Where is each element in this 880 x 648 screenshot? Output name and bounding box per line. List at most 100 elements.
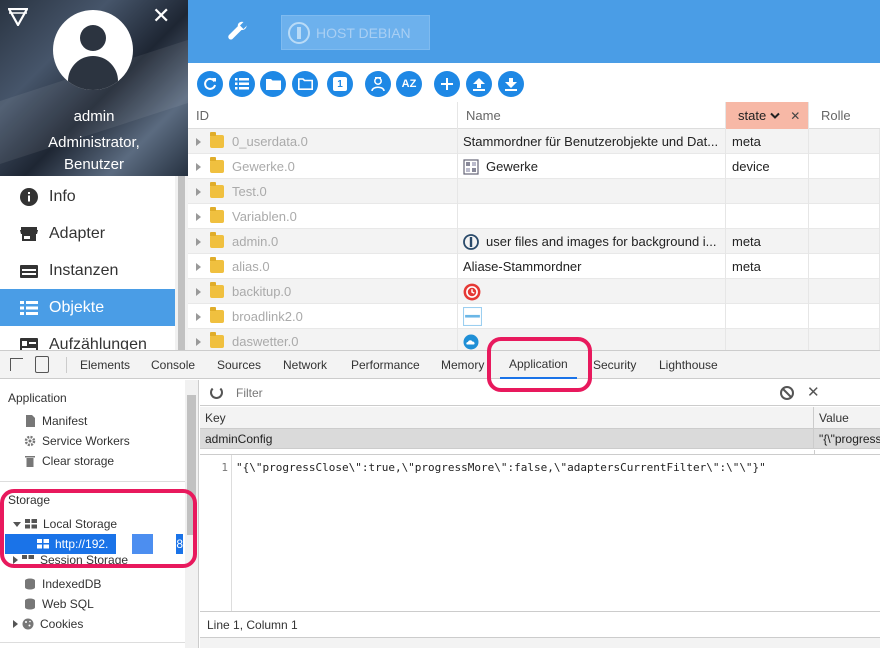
application-sidebar-scrollbar[interactable]	[185, 380, 198, 648]
devtools-tab-bar: Elements Console Sources Network Perform…	[0, 351, 880, 379]
counter-button[interactable]: 1	[327, 71, 353, 97]
column-name[interactable]: Name	[458, 102, 726, 129]
column-rolle[interactable]: Rolle	[809, 102, 880, 129]
tree-web-sql[interactable]: Web SQL	[24, 594, 94, 614]
folder-button[interactable]	[260, 71, 286, 97]
tree-clear-storage[interactable]: Clear storage	[24, 451, 114, 471]
refresh-button[interactable]	[197, 71, 223, 97]
table-row[interactable]: adminConfig "{\"progress	[200, 429, 880, 449]
iobroker-logo-icon[interactable]	[8, 8, 28, 26]
tab-lighthouse[interactable]: Lighthouse	[659, 351, 718, 379]
tab-application[interactable]: Application	[500, 351, 577, 379]
upload-button[interactable]	[466, 71, 492, 97]
sidebar-item-objekte[interactable]: Objekte	[0, 289, 175, 326]
tree-indexeddb[interactable]: IndexedDB	[24, 574, 101, 594]
sidebar-item-info[interactable]: Info	[0, 178, 175, 215]
expand-right-icon[interactable]	[13, 556, 18, 564]
sidebar-item-instanzen[interactable]: Instanzen	[0, 252, 175, 289]
row-id: daswetter.0	[232, 334, 299, 349]
info-icon	[20, 187, 38, 206]
expert-mode-button[interactable]	[365, 71, 391, 97]
table-row[interactable]: daswetter.0	[188, 329, 880, 350]
close-sidebar-icon[interactable]: ✕	[152, 5, 170, 27]
delete-selected-icon[interactable]: ✕	[807, 383, 820, 401]
table-row[interactable]: Test.0	[188, 179, 880, 204]
store-icon	[20, 226, 38, 241]
tree-session-storage[interactable]: Session Storage	[13, 554, 128, 566]
table-row[interactable]: alias.0 Aliase-Stammordner meta	[188, 254, 880, 279]
row-id: alias.0	[232, 259, 270, 274]
tab-security[interactable]: Security	[593, 351, 636, 379]
tree-local-storage[interactable]: Local Storage	[13, 514, 117, 534]
table-row[interactable]: broadlink2.0	[188, 304, 880, 329]
tab-elements[interactable]: Elements	[80, 351, 130, 379]
tab-sources[interactable]: Sources	[217, 351, 261, 379]
expand-right-icon[interactable]	[196, 312, 201, 321]
row-state-cell: meta	[726, 254, 809, 279]
key-column-header[interactable]: Key	[200, 407, 814, 429]
tree-local-storage-origin[interactable]: http://192. 8	[5, 534, 183, 554]
table-row[interactable]: Gewerke.0 Gewerke device	[188, 154, 880, 179]
table-row[interactable]: 0_userdata.0 Stammordner für Benutzerobje…	[188, 129, 880, 154]
table-row[interactable]: Variablen.0	[188, 204, 880, 229]
table-row[interactable]: admin.0 user files and images for backgro…	[188, 229, 880, 254]
download-button[interactable]	[498, 71, 524, 97]
tree-service-workers[interactable]: Service Workers	[24, 431, 130, 451]
sidebar-item-adapter[interactable]: Adapter	[0, 215, 175, 252]
cookie-icon	[22, 618, 34, 630]
expand-right-icon[interactable]	[196, 287, 201, 296]
counter-badge: 1	[333, 77, 347, 91]
expand-right-icon[interactable]	[196, 187, 201, 196]
expand-right-icon[interactable]	[196, 212, 201, 221]
sidebar-scrollbar[interactable]	[175, 176, 188, 350]
device-toolbar-icon[interactable]	[35, 356, 49, 373]
row-rolle-cell	[809, 279, 880, 304]
clear-filter-icon[interactable]: ✕	[790, 109, 800, 123]
host-selector[interactable]: HOST DEBIAN	[281, 15, 430, 50]
expand-down-icon[interactable]	[13, 521, 21, 527]
list-icon	[235, 78, 249, 90]
expand-right-icon[interactable]	[196, 237, 201, 246]
chevron-down-icon[interactable]	[770, 112, 780, 120]
tab-console[interactable]: Console	[151, 351, 195, 379]
folder-open-button[interactable]	[292, 71, 318, 97]
tree-label: IndexedDB	[42, 577, 102, 591]
objects-grid-header: ID Name state ✕ Rolle	[188, 102, 880, 129]
tree-label: Web SQL	[42, 597, 94, 611]
clear-all-icon[interactable]	[780, 386, 794, 400]
column-id[interactable]: ID	[188, 102, 458, 129]
wrench-icon[interactable]	[226, 19, 250, 43]
table-row[interactable]: backitup.0	[188, 279, 880, 304]
sidebar-item-label: Aufzählungen	[49, 335, 147, 351]
add-button[interactable]	[434, 71, 460, 97]
inspect-element-icon[interactable]	[10, 358, 23, 371]
tab-network[interactable]: Network	[283, 351, 327, 379]
tree-label: Cookies	[40, 617, 84, 631]
filter-input[interactable]	[233, 383, 761, 403]
column-name-label: Name	[466, 108, 501, 123]
avatar	[53, 10, 133, 90]
tab-memory[interactable]: Memory	[441, 351, 484, 379]
sidebar-item-aufzaehlungen[interactable]: Aufzählungen	[0, 326, 175, 350]
value-column-header[interactable]: Value	[814, 407, 880, 429]
expand-right-icon[interactable]	[196, 337, 201, 346]
filter-bar: ✕	[200, 380, 880, 406]
value-code[interactable]: "{\"progressClose\":true,\"progressMore\…	[236, 461, 766, 474]
column-state-filter[interactable]: state ✕	[726, 102, 809, 129]
upload-icon	[473, 77, 485, 91]
row-id: broadlink2.0	[232, 309, 303, 324]
tab-performance[interactable]: Performance	[351, 351, 420, 379]
expand-right-icon[interactable]	[196, 262, 201, 271]
sort-az-icon: AZ	[401, 78, 417, 90]
row-name-cell	[458, 179, 726, 204]
expand-right-icon[interactable]	[13, 620, 18, 628]
expand-right-icon[interactable]	[196, 162, 201, 171]
expand-right-icon[interactable]	[196, 137, 201, 146]
tree-manifest[interactable]: Manifest	[24, 411, 87, 431]
sort-button[interactable]: AZ	[396, 71, 422, 97]
tree-label: Service Workers	[42, 434, 130, 448]
refresh-icon[interactable]	[210, 386, 223, 399]
value-preview[interactable]: 1 "{\"progressClose\":true,\"progressMor…	[200, 454, 880, 611]
list-view-button[interactable]	[229, 71, 255, 97]
tree-cookies[interactable]: Cookies	[13, 614, 83, 634]
